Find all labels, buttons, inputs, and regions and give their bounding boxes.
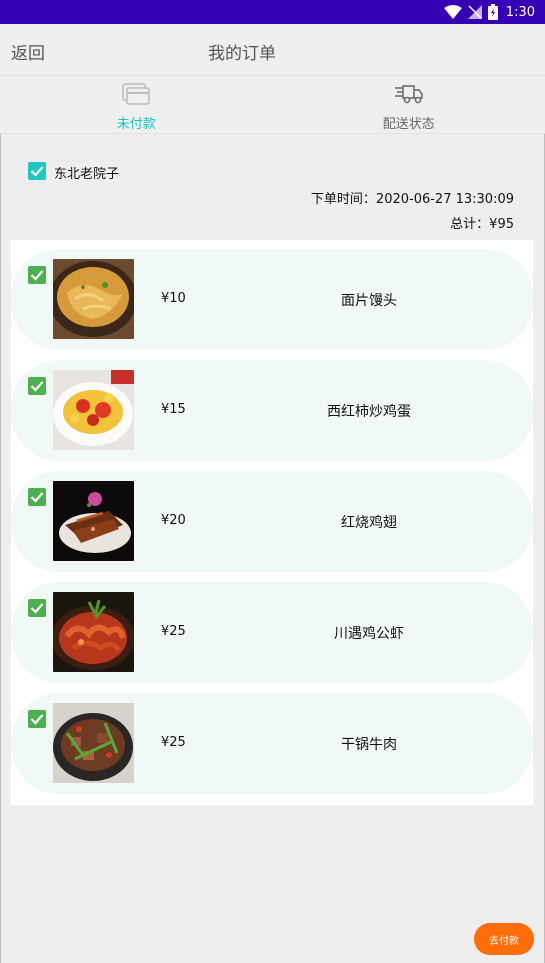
item-checkbox[interactable] <box>28 377 46 395</box>
item-price: ¥25 <box>161 735 186 750</box>
delivery-truck-icon <box>394 81 424 107</box>
wifi-icon <box>443 5 462 19</box>
no-signal-icon <box>467 5 482 19</box>
page-title: 我的订单 <box>208 44 276 64</box>
order-time: 下单时间：2020-06-27 13:30:09 <box>310 192 514 207</box>
check-icon <box>30 377 44 396</box>
braised-chicken-wings-photo <box>53 481 134 561</box>
item-name: 西红柿炒鸡蛋 <box>327 404 411 420</box>
item-card[interactable]: ¥25 干锅牛肉 <box>11 693 533 794</box>
item-checkbox[interactable] <box>28 599 46 617</box>
check-icon <box>30 266 44 285</box>
item-checkbox[interactable] <box>28 488 46 506</box>
item-name: 红烧鸡翅 <box>341 515 397 531</box>
app-bar: 返回 我的订单 <box>0 24 545 76</box>
dry-pot-beef-photo <box>53 703 134 783</box>
list-item: ¥10 面片馒头 <box>11 240 533 361</box>
item-checkbox[interactable] <box>28 266 46 284</box>
battery-icon <box>487 4 498 20</box>
item-card[interactable]: ¥10 面片馒头 <box>11 249 533 350</box>
tomato-egg-photo <box>53 370 134 450</box>
item-name: 干锅牛肉 <box>341 737 397 753</box>
status-bar: 1:30 <box>0 0 545 24</box>
order-tabs: 未付款 配送状态 <box>0 76 545 134</box>
check-icon <box>30 488 44 507</box>
check-icon <box>30 710 44 729</box>
item-checkbox[interactable] <box>28 710 46 728</box>
item-name: 面片馒头 <box>341 293 397 309</box>
item-price: ¥20 <box>161 513 186 528</box>
tab-delivery-status-label: 配送状态 <box>382 117 435 132</box>
order-header: 东北老院子 下单时间：2020-06-27 13:30:09 总计：¥95 <box>0 150 545 240</box>
status-time: 1:30 <box>505 4 535 20</box>
tab-unpaid[interactable]: 未付款 <box>0 76 273 133</box>
item-price: ¥10 <box>161 291 186 306</box>
list-item: ¥20 红烧鸡翅 <box>11 462 533 583</box>
item-card[interactable]: ¥20 红烧鸡翅 <box>11 471 533 572</box>
noodle-stew-photo <box>53 259 134 339</box>
item-card[interactable]: ¥15 西红柿炒鸡蛋 <box>11 360 533 461</box>
store-checkbox[interactable] <box>28 162 46 180</box>
list-item: ¥15 西红柿炒鸡蛋 <box>11 351 533 472</box>
check-icon <box>30 599 44 618</box>
item-price: ¥15 <box>161 402 186 417</box>
tab-delivery-status[interactable]: 配送状态 <box>273 76 545 133</box>
pay-button[interactable]: 去付款 <box>474 923 534 955</box>
store-name: 东北老院子 <box>54 167 120 182</box>
list-item: ¥25 干锅牛肉 <box>11 684 533 805</box>
item-name: 川遇鸡公虾 <box>334 626 404 642</box>
item-price: ¥25 <box>161 624 186 639</box>
back-button[interactable]: 返回 <box>11 39 45 64</box>
spicy-shrimp-chicken-photo <box>53 592 134 672</box>
item-card[interactable]: ¥25 川遇鸡公虾 <box>11 582 533 683</box>
check-icon <box>30 162 44 181</box>
card-icon <box>122 81 150 107</box>
list-item: ¥25 川遇鸡公虾 <box>11 573 533 694</box>
order-total: 总计：¥95 <box>450 217 514 232</box>
tab-unpaid-label: 未付款 <box>116 117 156 132</box>
